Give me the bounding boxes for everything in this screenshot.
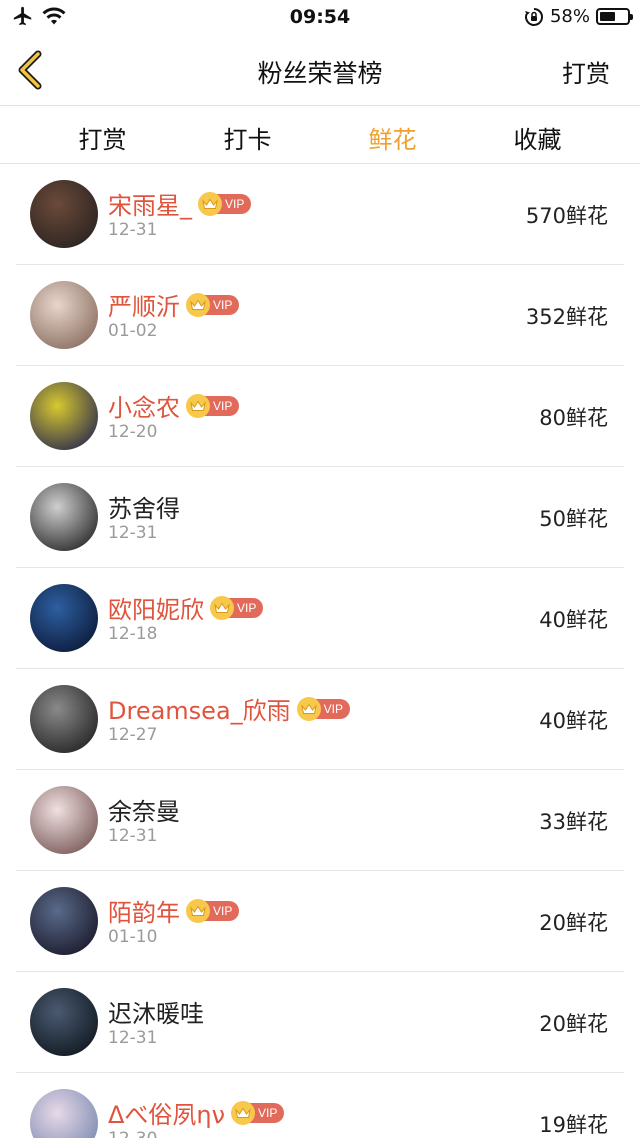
name-line: 迟沐暖哇: [108, 994, 204, 1029]
tab-flowers[interactable]: 鲜花: [343, 106, 443, 163]
avatar[interactable]: [30, 1089, 98, 1138]
crown-icon: [210, 595, 234, 620]
avatar[interactable]: [30, 281, 98, 349]
vip-label: VIP: [258, 1105, 278, 1120]
battery-icon: [596, 8, 633, 25]
name-line: 严顺沂 VIP: [108, 287, 240, 322]
avatar[interactable]: [30, 685, 98, 753]
status-right: 58%: [524, 6, 633, 27]
avatar[interactable]: [30, 382, 98, 450]
vip-label: VIP: [213, 903, 233, 918]
fan-name[interactable]: 迟沐暖哇: [108, 994, 204, 1029]
crown-icon: [231, 1100, 256, 1125]
list-item[interactable]: Dreamsea_欣雨 VIP 12-27 40鲜花: [16, 669, 624, 770]
vip-label: VIP: [323, 701, 343, 716]
fan-name[interactable]: Δべ俗夙ην: [108, 1095, 225, 1130]
fan-date: 12-27: [108, 725, 158, 745]
fan-name[interactable]: Dreamsea_欣雨: [108, 691, 291, 726]
list-item[interactable]: 陌韵年 VIP 01-10 20鲜花: [16, 871, 624, 972]
fan-date: 12-31: [108, 826, 158, 846]
fan-date: 01-10: [108, 927, 158, 947]
list-item[interactable]: 迟沐暖哇 12-31 20鲜花: [16, 972, 624, 1073]
flower-count: 40鲜花: [539, 709, 608, 733]
name-line: 欧阳妮欣 VIP: [108, 590, 264, 625]
fan-date: 12-31: [108, 523, 158, 543]
list-item[interactable]: 欧阳妮欣 VIP 12-18 40鲜花: [16, 568, 624, 669]
fan-date: 01-02: [108, 321, 158, 341]
list-item[interactable]: 苏舍得 12-31 50鲜花: [16, 467, 624, 568]
avatar[interactable]: [30, 887, 98, 955]
fan-name[interactable]: 苏舍得: [108, 489, 180, 524]
vip-label: VIP: [237, 600, 257, 615]
vip-badge: VIP: [231, 1100, 285, 1125]
flower-count: 19鲜花: [539, 1113, 608, 1137]
vip-badge: VIP: [186, 292, 240, 317]
vip-label: VIP: [225, 196, 245, 211]
fan-name[interactable]: 陌韵年: [108, 893, 180, 928]
fan-date: 12-18: [108, 624, 158, 644]
avatar[interactable]: [30, 584, 98, 652]
reward-button[interactable]: 打赏: [562, 54, 610, 89]
flower-count: 80鲜花: [539, 406, 608, 430]
fan-date: 12-31: [108, 220, 158, 240]
flower-count: 40鲜花: [539, 608, 608, 632]
name-line: Dreamsea_欣雨 VIP: [108, 691, 350, 726]
vip-badge: VIP: [296, 696, 350, 721]
fan-date: 12-20: [108, 422, 158, 442]
flower-count: 33鲜花: [539, 810, 608, 834]
list-item[interactable]: 宋雨星_ VIP 12-31 570鲜花: [16, 164, 624, 265]
tab-favorites[interactable]: 收藏: [488, 106, 588, 163]
fan-name[interactable]: 欧阳妮欣: [108, 590, 204, 625]
name-line: Δべ俗夙ην VIP: [108, 1095, 285, 1130]
rotation-lock-icon: [524, 7, 543, 26]
name-line: 小念农 VIP: [108, 388, 240, 423]
flower-count: 20鲜花: [539, 1012, 608, 1036]
tab-bar: 打赏 打卡 鲜花 收藏: [0, 106, 640, 164]
battery-level: [600, 12, 615, 21]
list-item[interactable]: 严顺沂 VIP 01-02 352鲜花: [16, 265, 624, 366]
avatar[interactable]: [30, 180, 98, 248]
tab-reward[interactable]: 打赏: [53, 106, 153, 163]
crown-icon: [186, 292, 210, 317]
fan-date: 12-31: [108, 1028, 158, 1048]
flower-count: 352鲜花: [525, 305, 608, 329]
fan-name[interactable]: 小念农: [108, 388, 180, 423]
flower-count: 570鲜花: [525, 204, 608, 228]
list-item[interactable]: 余奈曼 12-31 33鲜花: [16, 770, 624, 871]
fan-list: 宋雨星_ VIP 12-31 570鲜花严顺沂 VIP 01-02 352鲜花小念农 VIP 1…: [0, 164, 640, 1138]
list-item[interactable]: Δべ俗夙ην VIP 12-30 19鲜花: [16, 1073, 624, 1138]
flower-count: 50鲜花: [539, 507, 608, 531]
fan-name[interactable]: 余奈曼: [108, 792, 180, 827]
crown-icon: [198, 191, 222, 216]
crown-icon: [186, 898, 210, 923]
vip-label: VIP: [213, 297, 233, 312]
name-line: 陌韵年 VIP: [108, 893, 240, 928]
avatar[interactable]: [30, 786, 98, 854]
nav-bar: 粉丝荣誉榜 打赏: [0, 34, 640, 106]
status-bar: 09:54 58%: [0, 0, 640, 34]
name-line: 苏舍得: [108, 489, 180, 524]
vip-badge: VIP: [186, 393, 240, 418]
page-title: 粉丝荣誉榜: [257, 59, 383, 88]
flower-count: 20鲜花: [539, 911, 608, 935]
fan-name[interactable]: 严顺沂: [108, 287, 180, 322]
battery-percentage: 58%: [549, 6, 590, 27]
avatar[interactable]: [30, 483, 98, 551]
vip-label: VIP: [213, 398, 233, 413]
vip-badge: VIP: [186, 898, 240, 923]
list-item[interactable]: 小念农 VIP 12-20 80鲜花: [16, 366, 624, 467]
fan-date: 12-30: [108, 1129, 157, 1138]
avatar[interactable]: [30, 988, 98, 1056]
vip-badge: VIP: [198, 191, 252, 216]
name-line: 宋雨星_ VIP: [108, 186, 252, 221]
vip-badge: VIP: [210, 595, 264, 620]
crown-icon: [296, 696, 321, 721]
name-line: 余奈曼: [108, 792, 180, 827]
fan-name[interactable]: 宋雨星_: [108, 186, 192, 221]
crown-icon: [186, 393, 210, 418]
tab-checkin[interactable]: 打卡: [198, 106, 298, 163]
